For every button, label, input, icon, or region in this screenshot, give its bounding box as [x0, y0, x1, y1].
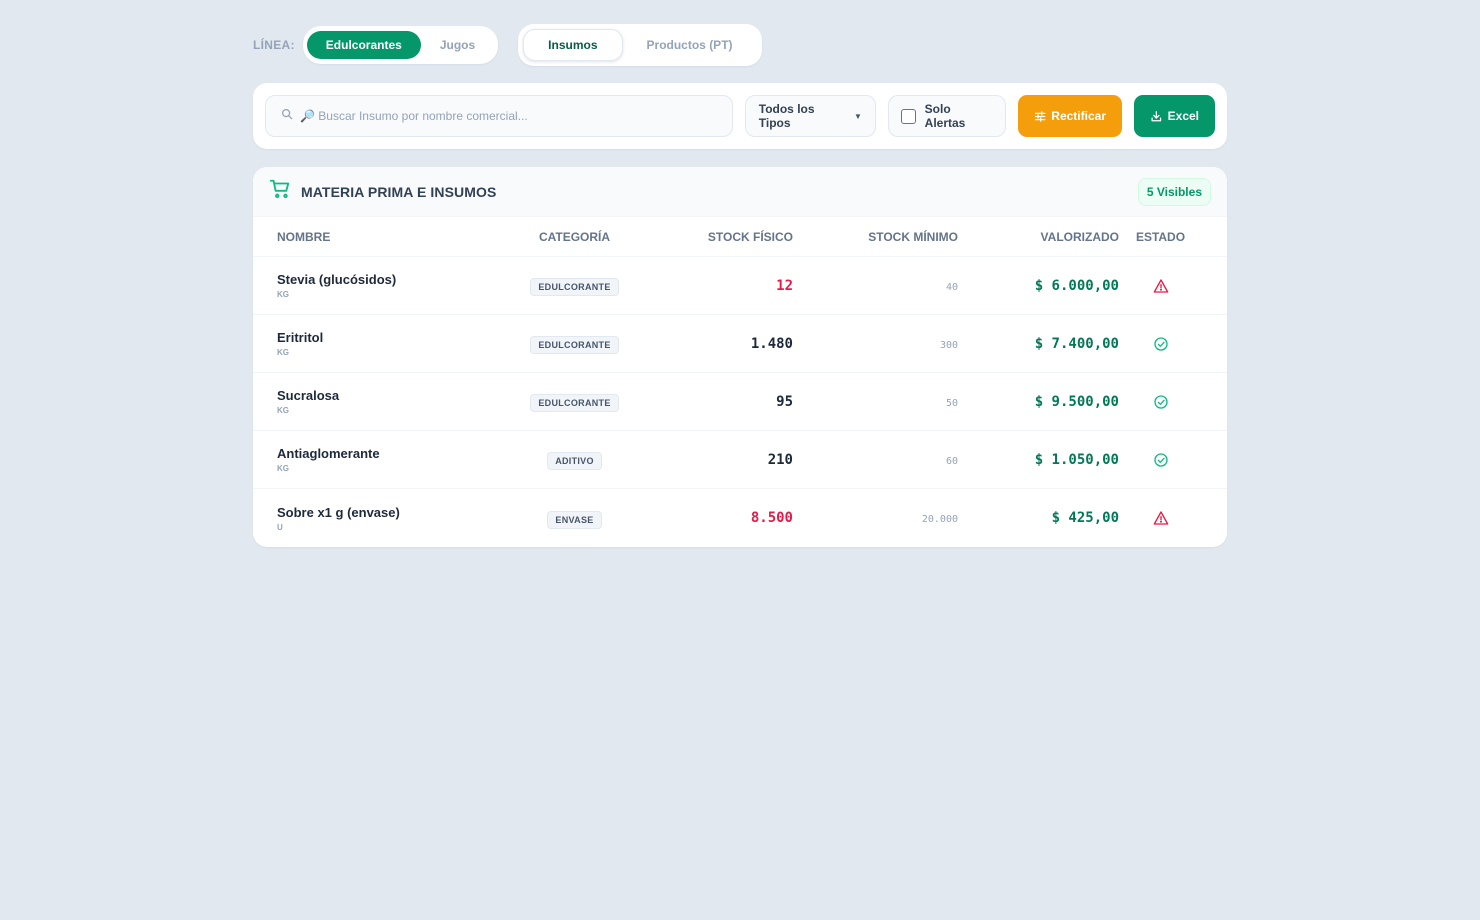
inventory-card: MATERIA PRIMA E INSUMOS 5 Visibles NOMBR…	[253, 167, 1227, 547]
valued-amount: $ 1.050,00	[1034, 451, 1119, 468]
item-name: Sucralosa	[277, 388, 340, 403]
linea-option-jugos[interactable]: Jugos	[421, 31, 494, 59]
tab-insumos[interactable]: Insumos	[523, 29, 623, 61]
min-stock-value: 50	[945, 397, 958, 409]
min-stock-value: 60	[945, 455, 958, 467]
item-name: Antiaglomerante	[277, 446, 380, 461]
column-header-stock-minimo: STOCK MÍNIMO	[868, 229, 958, 244]
linea-toggle: Edulcorantes Jugos	[302, 26, 499, 64]
min-stock-value: 300	[939, 339, 958, 351]
valued-amount: $ 9.500,00	[1034, 393, 1119, 410]
min-stock-value: 20.000	[921, 514, 958, 525]
category-badge: ENVASE	[547, 510, 602, 529]
excel-label: Excel	[1167, 109, 1199, 123]
item-unit: KG	[277, 290, 289, 299]
alerts-checkbox[interactable]	[900, 108, 916, 124]
column-header-valorizado: VALORIZADO	[1040, 229, 1119, 244]
table-body: Stevia (glucósidos) KG EDULCORANTE 12 40…	[253, 257, 1227, 547]
item-name: Stevia (glucósidos)	[277, 272, 397, 287]
cart-icon	[269, 178, 291, 205]
linea-label: LÍNEA:	[253, 38, 295, 52]
stock-value: 210	[767, 451, 793, 468]
stock-value: 12	[776, 277, 793, 294]
rectify-label: Rectificar	[1051, 109, 1106, 123]
item-name: Eritritol	[277, 330, 324, 345]
warning-icon	[1153, 278, 1168, 293]
category-badge: EDULCORANTE	[530, 336, 619, 354]
valued-amount: $ 425,00	[1051, 510, 1119, 526]
category-badge: EDULCORANTE	[530, 394, 619, 412]
table-row[interactable]: Sobre x1 g (envase) U ENVASE 8.500 20.00…	[253, 489, 1227, 547]
column-header-estado: ESTADO	[1135, 229, 1186, 244]
table-row[interactable]: Stevia (glucósidos) KG EDULCORANTE 12 40…	[253, 257, 1227, 315]
alerts-only-toggle[interactable]: Solo Alertas	[887, 95, 1006, 137]
item-unit: U	[277, 522, 283, 532]
stock-value: 95	[776, 393, 793, 410]
check-circle-icon	[1153, 452, 1168, 467]
top-bar: LÍNEA: Edulcorantes Jugos Insumos Produc…	[253, 24, 762, 66]
sliders-icon	[1034, 110, 1046, 122]
table-row[interactable]: Antiaglomerante KG ADITIVO 210 60 $ 1.05…	[253, 431, 1227, 489]
linea-option-edulcorantes[interactable]: Edulcorantes	[306, 31, 421, 59]
table-row[interactable]: Sucralosa KG EDULCORANTE 95 50 $ 9.500,0…	[253, 373, 1227, 431]
type-filter-value: Todos los Tipos	[758, 102, 815, 130]
alerts-label: Solo Alertas	[924, 102, 966, 130]
search-box	[265, 95, 733, 137]
visible-count-badge: 5 Visibles	[1137, 177, 1211, 206]
stock-value: 8.500	[750, 510, 793, 526]
card-title: MATERIA PRIMA E INSUMOS	[301, 183, 497, 200]
table-row[interactable]: Eritritol KG EDULCORANTE 1.480 300 $ 7.4…	[253, 315, 1227, 373]
rectify-button[interactable]: Rectificar	[1018, 95, 1122, 137]
type-filter-select[interactable]: Todos los Tipos ▼	[744, 95, 876, 137]
filter-toolbar: Todos los Tipos ▼ Solo Alertas Rectifica…	[253, 83, 1227, 149]
check-circle-icon	[1153, 336, 1168, 351]
item-unit: KG	[277, 464, 289, 473]
item-unit: KG	[277, 406, 289, 415]
valued-amount: $ 6.000,00	[1034, 277, 1119, 294]
category-badge: EDULCORANTE	[530, 278, 619, 296]
warning-icon	[1153, 511, 1168, 525]
download-icon	[1151, 110, 1162, 121]
item-unit: KG	[277, 348, 289, 357]
chevron-down-icon: ▼	[853, 111, 862, 121]
column-header-nombre: NOMBRE	[277, 229, 331, 244]
view-tabs: Insumos Productos (PT)	[518, 24, 762, 66]
min-stock-value: 40	[945, 281, 958, 293]
card-header: MATERIA PRIMA E INSUMOS 5 Visibles	[253, 167, 1227, 217]
search-icon	[280, 107, 294, 126]
check-circle-icon	[1153, 394, 1168, 409]
column-header-stock-fisico: STOCK FÍSICO	[707, 229, 793, 244]
stock-value: 1.480	[750, 335, 793, 352]
valued-amount: $ 7.400,00	[1034, 335, 1119, 352]
item-name: Sobre x1 g (envase)	[277, 504, 400, 520]
tab-productos[interactable]: Productos (PT)	[623, 29, 757, 61]
category-badge: ADITIVO	[547, 452, 602, 470]
column-header-categoria: CATEGORÍA	[538, 229, 611, 244]
excel-button[interactable]: Excel	[1134, 95, 1215, 137]
search-input[interactable]	[300, 109, 680, 123]
table-header: NOMBRE CATEGORÍA STOCK FÍSICO STOCK MÍNI…	[253, 217, 1227, 257]
